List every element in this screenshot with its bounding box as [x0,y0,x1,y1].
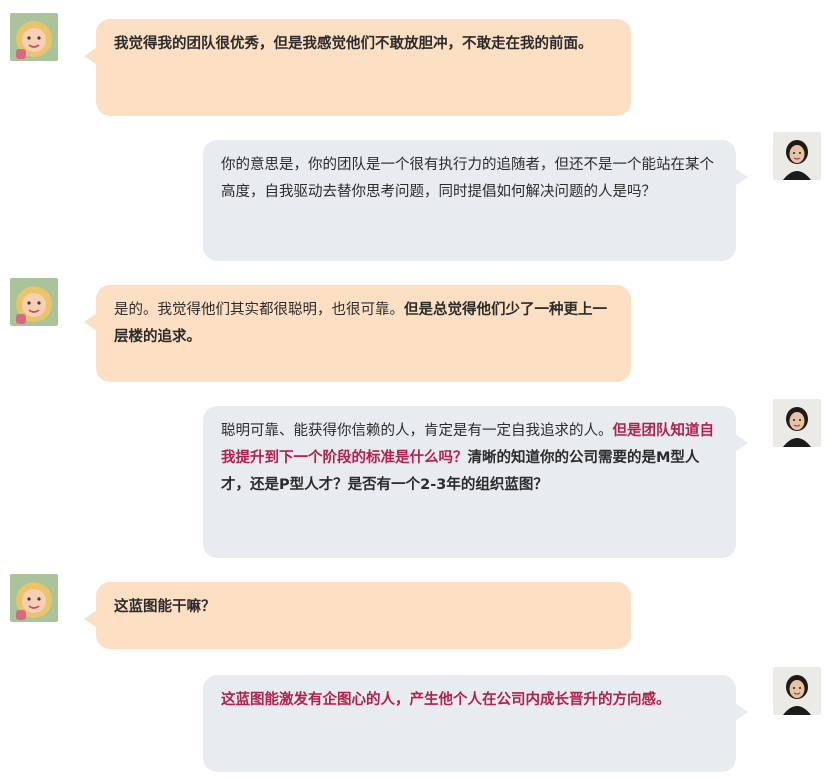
message-bubble: 你的意思是，你的团队是一个很有执行力的追随者，但还不是一个能站在某个高度，自我驱… [203,140,748,261]
bubble-tail [735,434,748,452]
message-text: 聪明可靠、能获得你信赖的人，肯定是有一定自我追求的人。 [221,423,613,439]
bubble-tail [84,610,97,628]
child-avatar [10,574,58,622]
woman-avatar [773,399,821,447]
message-text: 这蓝图能干嘛？ [114,599,216,615]
bubble-tail [84,47,97,65]
message-bubble: 这蓝图能干嘛？ [84,582,631,649]
bubble-tail [735,168,748,186]
message-text: 我觉得我的团队很优秀，但是我感觉他们不敢放胆冲，不敢走在我的前面。 [114,36,593,52]
bubble-tail [735,703,748,721]
message-text: 你的意思是，你的团队是一个很有执行力的追随者，但还不是一个能站在某个高度，自我驱… [221,157,714,200]
message-text-highlight: 这蓝图能激发有企图心的人，产生他个人在公司内成长晋升的方向感。 [221,692,671,708]
child-avatar [10,278,58,326]
message-bubble: 我觉得我的团队很优秀，但是我感觉他们不敢放胆冲，不敢走在我的前面。 [84,19,631,116]
woman-avatar [773,132,821,180]
message-text: 是的。我觉得他们其实都很聪明，也很可靠。 [114,302,404,318]
message-bubble: 这蓝图能激发有企图心的人，产生他个人在公司内成长晋升的方向感。 [203,675,748,772]
message-bubble: 是的。我觉得他们其实都很聪明，也很可靠。但是总觉得他们少了一种更上一层楼的追求。 [84,285,631,382]
woman-avatar [773,667,821,715]
child-avatar [10,13,58,61]
message-bubble: 聪明可靠、能获得你信赖的人，肯定是有一定自我追求的人。但是团队知道自我提升到下一… [203,406,748,558]
bubble-tail [84,313,97,331]
